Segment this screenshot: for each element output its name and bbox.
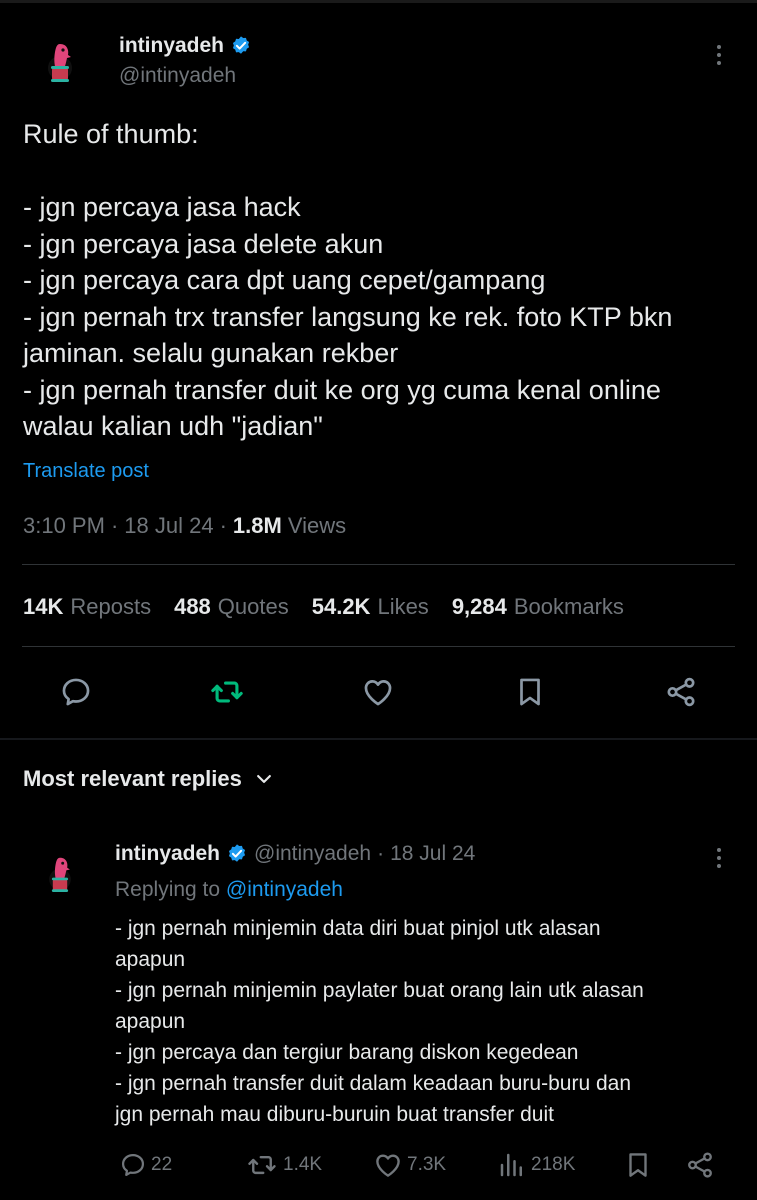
post-date[interactable]: 18 Jul 24 [124,513,213,539]
repost-icon [211,681,243,703]
reply-views-button[interactable]: 218K [497,1148,575,1182]
more-icon[interactable] [717,45,721,65]
stat-quotes-count: 488 [174,594,211,619]
views-label: Views [287,513,347,538]
reply-icon [121,1153,145,1177]
reply-text-line: - jgn pernah minjemin data diri buat pin… [115,917,601,940]
meta-separator: · [219,513,227,538]
reply-text: - jgn pernah minjemin data diri buat pin… [115,913,735,1130]
author-avatar[interactable] [36,38,84,86]
post-text-line: - jgn percaya jasa delete akun [23,228,384,259]
share-icon [688,1152,712,1178]
replying-to: Replying to @intinyadeh [115,878,343,902]
repost-button[interactable] [207,672,247,712]
divider [22,564,735,565]
parrot-avatar-icon [48,44,72,82]
post-actions [0,672,757,712]
post-text-line: - jgn pernah transfer duit ke org yg cum… [23,374,661,405]
stat-bookmarks-count: 9,284 [451,594,507,619]
reply-separator: · [377,842,385,865]
reply-date[interactable]: 18 Jul 24 [390,842,475,866]
reply-button[interactable] [56,672,96,712]
stat-likes[interactable]: 54.2K Likes [312,594,429,620]
views-count: 1.8M [232,513,282,538]
post-text-line: - jgn percaya cara dpt uang cepet/gampan… [23,265,546,295]
stat-reposts[interactable]: 14K Reposts [23,594,151,620]
translate-post-link[interactable]: Translate post [23,460,149,483]
like-icon [364,680,392,706]
reply-likes-count: 7.3K [407,1154,447,1175]
stat-bookmarks[interactable]: 9,284 Bookmarks [452,594,624,620]
top-divider [0,0,757,3]
reply-actions: 22 1.4K 7.3K 218K [115,1148,725,1182]
stat-likes-label: Likes [377,594,429,619]
reply-icon [62,678,90,706]
stat-likes-count: 54.2K [311,594,371,619]
post-time[interactable]: 3:10 PM [23,513,105,539]
stats-row: 14K Reposts 488 Quotes 54.2K Likes 9,284… [23,594,624,620]
reply-text-line: apapun [115,1010,186,1033]
divider [22,646,735,647]
share-button[interactable] [661,672,701,712]
reply-like-button[interactable]: 7.3K [373,1148,446,1182]
post-text: Rule of thumb: - jgn percaya jasa hack - j… [23,116,733,445]
bookmark-icon [520,678,540,706]
reply-text-line: - jgn pernah minjemin paylater buat oran… [115,979,644,1002]
post-text-line: - jgn percaya jasa hack [23,192,301,222]
chevron-down-icon [256,775,271,783]
section-divider [0,738,757,740]
verified-badge-icon [226,843,248,865]
stat-reposts-label: Reposts [70,594,152,619]
like-button[interactable] [358,672,398,712]
reply-text-line: - jgn percaya dan tergiur barang diskon … [115,1041,579,1064]
stat-reposts-count: 14K [23,594,64,619]
like-icon [376,1154,400,1177]
verified-badge-icon [230,35,252,57]
reply-author-name[interactable]: intinyadeh [115,842,220,866]
reply-replies-count: 22 [151,1154,173,1175]
replies-sort-label: Most relevant replies [23,766,242,791]
reply-text-line: apapun [115,948,186,971]
reply-views-count: 218K [531,1154,576,1175]
post-text-line: Rule of thumb: [23,119,199,149]
author-handle[interactable]: @intinyadeh [119,64,236,88]
replying-to-prefix: Replying to [115,878,221,901]
reply-text-line: jgn pernah mau diburu-buruin buat transf… [115,1103,554,1126]
post-text-line: jaminan. selalu gunakan rekber [23,338,399,368]
bookmark-button[interactable] [510,672,550,712]
reply-header: intinyadeh @intinyadeh · 18 Jul 24 [115,842,475,866]
post-text-line: walau kalian udh "jadian" [23,411,323,441]
post-meta: 3:10 PM · 18 Jul 24 · 1.8M Views [23,513,346,539]
reply-bookmark-button[interactable] [623,1148,653,1182]
views-icon [500,1153,522,1177]
reply-reposts-count: 1.4K [283,1154,323,1175]
stat-quotes-label: Quotes [217,594,289,619]
reply-reply-button[interactable]: 22 [119,1148,172,1182]
parrot-avatar-icon [49,857,71,892]
reply-more-icon[interactable] [717,848,721,868]
reply-share-button[interactable] [685,1148,715,1182]
replying-to-mention[interactable]: @intinyadeh [226,878,343,901]
reply-repost-button[interactable]: 1.4K [245,1148,322,1182]
bookmark-icon [629,1153,647,1177]
stat-bookmarks-label: Bookmarks [513,594,624,619]
stat-quotes[interactable]: 488 Quotes [174,594,289,620]
repost-icon [248,1155,276,1175]
post-text-line [23,153,733,190]
reply-author-avatar[interactable] [36,850,84,898]
reply-text-line: - jgn pernah transfer duit dalam keadaan… [115,1072,631,1095]
share-icon [667,677,695,707]
reply-author-handle[interactable]: @intinyadeh [254,842,371,866]
post-text-line: - jgn pernah trx transfer langsung ke re… [23,301,673,332]
author-name-row[interactable]: intinyadeh [119,34,252,58]
replies-sort-dropdown[interactable]: Most relevant replies [23,766,274,792]
meta-separator: · [110,513,119,538]
author-name[interactable]: intinyadeh [119,34,224,58]
